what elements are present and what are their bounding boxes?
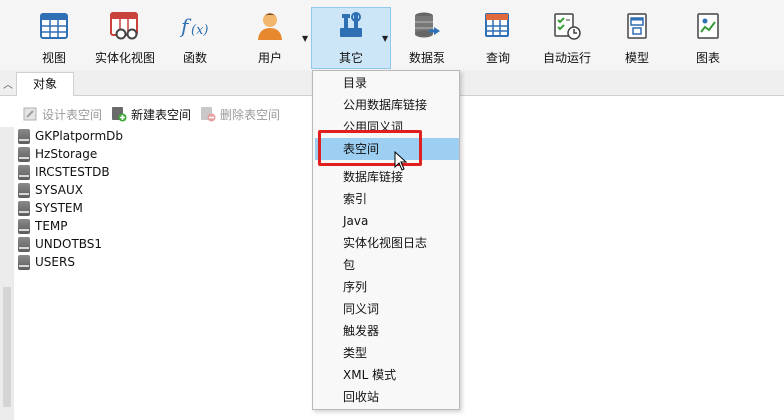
new-tablespace-button[interactable]: 新建表空间 xyxy=(111,104,191,124)
menu-item-type[interactable]: 类型 xyxy=(315,342,459,364)
data-pump-button[interactable]: 数据泵 xyxy=(402,8,452,68)
new-tablespace-icon xyxy=(111,106,127,122)
data-pump-icon xyxy=(411,10,443,42)
tablespace-name: SYSTEM xyxy=(35,201,83,215)
tablespace-name: TEMP xyxy=(35,219,68,233)
list-item[interactable]: GKPlatpormDb xyxy=(18,127,123,145)
list-item[interactable]: SYSAUX xyxy=(18,181,123,199)
function-button-label: 函数 xyxy=(182,51,207,65)
menu-item-java[interactable]: Java xyxy=(315,210,459,232)
menu-item-recycle-bin[interactable]: 回收站 xyxy=(315,386,459,408)
other-dropdown-menu: 目录 公用数据库链接 公用同义词 表空间 数据库链接 索引 Java 实体化视图… xyxy=(312,70,460,410)
model-button[interactable]: 模型 xyxy=(617,8,657,68)
tablespace-icon xyxy=(18,164,30,180)
menu-item-index[interactable]: 索引 xyxy=(315,188,459,210)
user-button-label: 用户 xyxy=(257,51,282,65)
delete-tablespace-button[interactable]: 删除表空间 xyxy=(200,104,280,124)
function-fx-icon: f (x) xyxy=(179,10,211,42)
tab-objects[interactable]: 对象 xyxy=(16,72,74,96)
menu-item-public-db-link[interactable]: 公用数据库链接 xyxy=(315,94,459,116)
menu-item-trigger[interactable]: 触发器 xyxy=(315,320,459,342)
tablespace-icon xyxy=(18,182,30,198)
list-item[interactable]: SYSTEM xyxy=(18,199,123,217)
menu-item-xml-schema[interactable]: XML 模式 xyxy=(315,364,459,386)
menu-item-mview-log[interactable]: 实体化视图日志 xyxy=(315,232,459,254)
menu-item-sequence[interactable]: 序列 xyxy=(315,276,459,298)
list-item[interactable]: IRCSTESTDB xyxy=(18,163,123,181)
tablespace-icon xyxy=(18,236,30,252)
materialized-view-button-label: 实体化视图 xyxy=(94,51,155,65)
query-button-label: 查询 xyxy=(485,51,510,65)
delete-tablespace-label: 删除表空间 xyxy=(220,107,281,122)
view-button[interactable]: 视图 xyxy=(28,8,80,68)
menu-item-public-synonym[interactable]: 公用同义词 xyxy=(315,116,459,138)
list-item[interactable]: UNDOTBS1 xyxy=(18,235,123,253)
tablespace-list: GKPlatpormDb HzStorage IRCSTESTDB SYSAUX… xyxy=(18,127,123,271)
svg-text:(x): (x) xyxy=(191,23,208,38)
user-icon xyxy=(254,10,286,42)
left-scroll-gutter[interactable] xyxy=(0,127,14,420)
query-button[interactable]: 查询 xyxy=(478,8,518,68)
tools-icon xyxy=(335,10,367,42)
list-item[interactable]: USERS xyxy=(18,253,123,271)
tablespace-name: HzStorage xyxy=(35,147,98,161)
tablespace-icon xyxy=(18,218,30,234)
chart-button-label: 图表 xyxy=(695,51,720,65)
menu-item-db-link[interactable]: 数据库链接 xyxy=(315,166,459,188)
model-icon xyxy=(621,10,653,42)
tablespace-name: UNDOTBS1 xyxy=(35,237,103,251)
collapse-up-icon[interactable]: ︿ xyxy=(0,70,16,96)
tablespace-name: GKPlatpormDb xyxy=(35,129,124,143)
model-button-label: 模型 xyxy=(624,51,649,65)
data-pump-button-label: 数据泵 xyxy=(408,51,445,65)
new-tablespace-label: 新建表空间 xyxy=(131,107,192,122)
function-button[interactable]: f (x) 函数 xyxy=(170,8,220,68)
menu-item-package[interactable]: 包 xyxy=(315,254,459,276)
materialized-view-button[interactable]: 实体化视图 xyxy=(92,8,158,68)
tablespace-name: USERS xyxy=(35,255,75,269)
other-dropdown-arrow-icon[interactable]: ▼ xyxy=(382,34,388,43)
auto-run-button-label: 自动运行 xyxy=(542,51,591,65)
user-button[interactable]: 用户 xyxy=(244,8,296,68)
tablespace-icon xyxy=(18,254,30,270)
tablespace-name: SYSAUX xyxy=(35,183,83,197)
view-button-label: 视图 xyxy=(41,51,66,65)
query-icon xyxy=(482,10,514,42)
design-icon xyxy=(22,106,38,122)
tablespace-name: IRCSTESTDB xyxy=(35,165,110,179)
table-view-icon xyxy=(38,10,70,42)
chart-button[interactable]: 图表 xyxy=(688,8,728,68)
menu-item-synonym[interactable]: 同义词 xyxy=(315,298,459,320)
list-item[interactable]: HzStorage xyxy=(18,145,123,163)
other-button-label: 其它 xyxy=(338,51,363,65)
auto-run-icon xyxy=(551,10,583,42)
chart-icon xyxy=(692,10,724,42)
tablespace-icon xyxy=(18,128,30,144)
auto-run-button[interactable]: 自动运行 xyxy=(540,8,594,68)
list-item[interactable]: TEMP xyxy=(18,217,123,235)
tablespace-icon xyxy=(18,200,30,216)
menu-item-tablespace[interactable]: 表空间 xyxy=(315,138,459,160)
menu-item-catalog[interactable]: 目录 xyxy=(315,72,459,94)
scrollbar-thumb[interactable] xyxy=(3,287,11,407)
tablespace-icon xyxy=(18,146,30,162)
other-button[interactable]: 其它 xyxy=(311,7,391,69)
user-dropdown-arrow-icon[interactable]: ▼ xyxy=(302,34,308,43)
design-tablespace-label: 设计表空间 xyxy=(42,107,103,122)
delete-tablespace-icon xyxy=(200,106,216,122)
mouse-cursor-icon xyxy=(394,151,408,171)
design-tablespace-button[interactable]: 设计表空间 xyxy=(22,104,102,124)
materialized-view-icon xyxy=(109,10,141,42)
